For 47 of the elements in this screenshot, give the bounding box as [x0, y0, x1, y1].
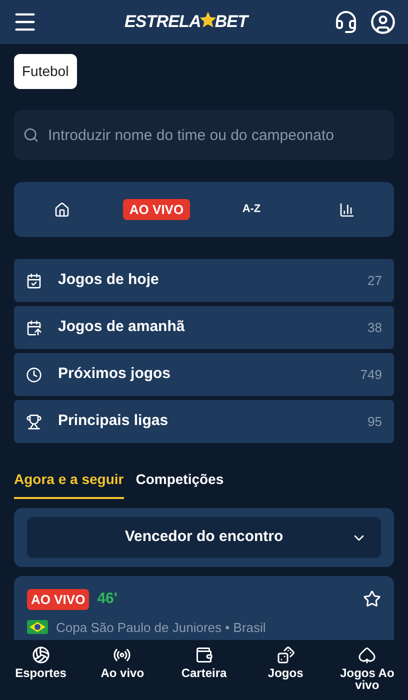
nav-item[interactable]: Ao vivo: [82, 646, 164, 700]
live-badge: AO VIVO: [27, 588, 90, 610]
brazil-flag-icon: [27, 620, 48, 634]
ball-icon: [32, 646, 50, 664]
live-tab[interactable]: AO VIVO: [123, 198, 190, 220]
calendar-check-icon: [26, 272, 42, 288]
broadcast-icon: [113, 646, 132, 664]
account-button[interactable]: [370, 9, 396, 35]
search-icon: [23, 127, 39, 143]
nav-item[interactable]: Jogos Ao vivo: [326, 646, 408, 700]
menu-label: Próximos jogos: [58, 364, 172, 384]
nav-item[interactable]: Jogos: [244, 646, 326, 700]
competition-name: Copa São Paulo de Juniores • Brasil: [56, 618, 266, 637]
logo-text: BET: [214, 11, 248, 34]
menu-item[interactable]: Jogos de amanhã 38: [14, 306, 394, 349]
nav-item[interactable]: Carteira: [163, 646, 245, 700]
wallet-icon: [194, 646, 213, 664]
match-card[interactable]: AO VIVO 46' Copa São Paulo de Juniores • Brasil: [14, 576, 394, 640]
calendar-icon: [26, 320, 42, 336]
search-field[interactable]: Introduzir nome do time ou do campeonato: [14, 110, 394, 160]
market-select[interactable]: Vencedor do encontro: [27, 517, 381, 558]
dice-icon: [276, 646, 295, 664]
item-count: 27: [368, 272, 382, 290]
section-tab[interactable]: Competições: [136, 469, 224, 499]
alphabetical-tab[interactable]: A-Z: [242, 201, 261, 218]
sport-chip[interactable]: Futebol: [14, 54, 77, 89]
chart-icon: [338, 202, 354, 218]
menu-label: Principais ligas: [58, 411, 170, 432]
section-tab[interactable]: Agora e a seguir: [14, 469, 124, 499]
home-icon: [54, 202, 70, 218]
item-count: 38: [368, 318, 382, 337]
spade-icon: [358, 646, 376, 664]
trophy-icon: [26, 414, 42, 430]
item-count: 95: [368, 412, 382, 431]
menu-label: Jogos de hoje: [58, 270, 160, 290]
menu-item[interactable]: Próximos jogos 749: [14, 353, 394, 396]
clock-icon: [26, 366, 42, 382]
support-button[interactable]: [334, 10, 358, 34]
match-minute: 46': [97, 589, 118, 609]
logo-text: ESTRELA: [124, 11, 201, 34]
item-count: 749: [360, 366, 382, 384]
menu-item[interactable]: Jogos de hoje 27: [14, 259, 394, 302]
menu-item[interactable]: Principais ligas 95: [14, 400, 394, 443]
favorite-star-icon[interactable]: [363, 590, 381, 608]
star-icon: [198, 11, 217, 29]
nav-item[interactable]: Esportes: [0, 646, 82, 700]
menu-label: Jogos de amanhã: [58, 317, 186, 338]
